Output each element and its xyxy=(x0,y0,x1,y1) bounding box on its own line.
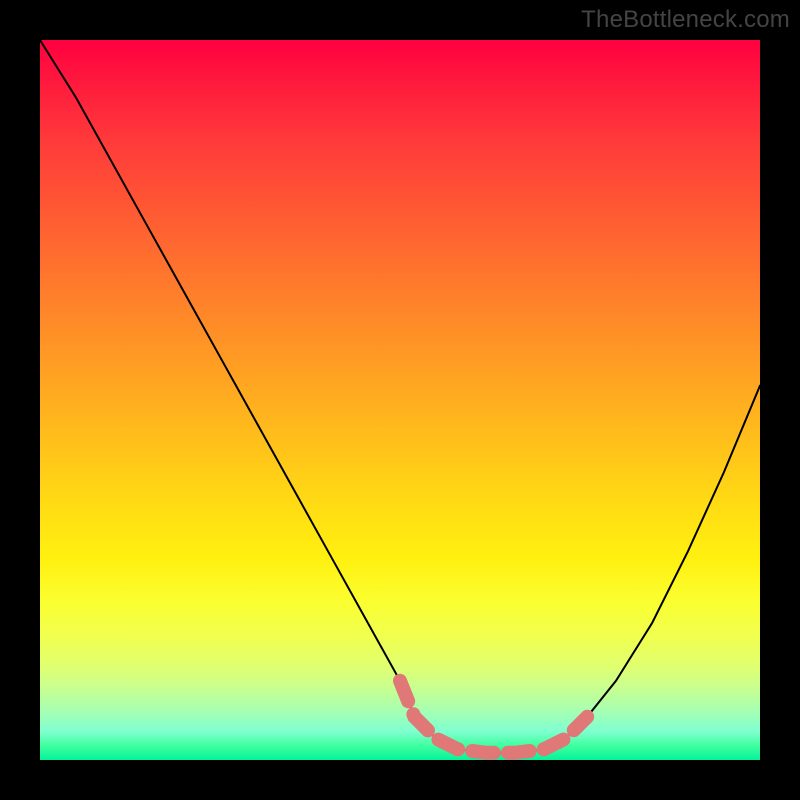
optimal-zone-marker xyxy=(400,681,587,753)
watermark-text: TheBottleneck.com xyxy=(581,6,790,34)
plot-area xyxy=(40,40,760,760)
chart-frame: TheBottleneck.com xyxy=(0,0,800,800)
curve-svg xyxy=(40,40,760,760)
bottleneck-curve xyxy=(40,40,760,753)
